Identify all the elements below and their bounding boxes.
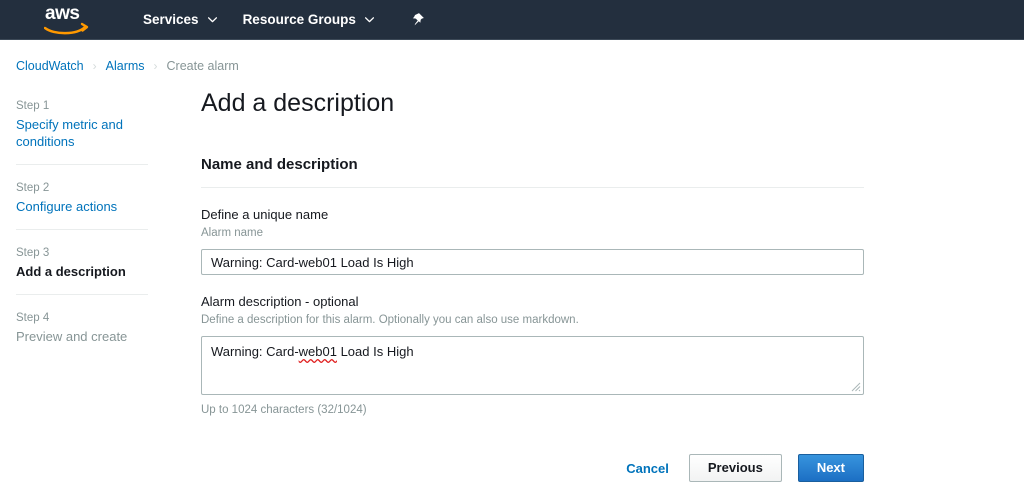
step-1-label[interactable]: Specify metric and conditions — [16, 116, 148, 150]
alarm-description-textarea-wrapper: Warning: Card-web01 Load Is High — [201, 336, 864, 395]
character-counter: Up to 1024 characters (32/1024) — [201, 404, 367, 416]
sidebar-step-4: Step 4 Preview and create — [16, 294, 148, 359]
step-3-number: Step 3 — [16, 247, 50, 259]
breadcrumb-separator-icon: › — [153, 59, 158, 73]
alarm-name-input[interactable] — [201, 249, 864, 275]
wizard-actions: Cancel Previous Next — [201, 454, 864, 482]
alarm-name-field-group: Define a unique name Alarm name — [201, 206, 1024, 275]
breadcrumb-item-cloudwatch[interactable]: CloudWatch — [16, 59, 84, 73]
breadcrumb-separator-icon: › — [92, 59, 97, 73]
sidebar-step-3: Step 3 Add a description — [16, 229, 148, 294]
wizard-steps-sidebar: Step 1 Specify metric and conditions Ste… — [0, 76, 148, 359]
step-1-number: Step 1 — [16, 100, 50, 112]
next-button[interactable]: Next — [797, 454, 864, 482]
nav-item-resource-groups-label: Resource Groups — [242, 12, 356, 27]
step-4-label: Preview and create — [16, 329, 128, 344]
main-content: Add a description Name and description D… — [148, 76, 1024, 482]
page-body: Step 1 Specify metric and conditions Ste… — [0, 76, 1024, 482]
breadcrumb: CloudWatch › Alarms › Create alarm — [0, 40, 1024, 76]
alarm-description-hint: Define a description for this alarm. Opt… — [201, 314, 579, 326]
step-2-number: Step 2 — [16, 182, 50, 194]
nav-item-services[interactable]: Services — [130, 0, 230, 40]
aws-logo[interactable]: aws — [42, 3, 94, 37]
section-title-name-and-description: Name and description — [201, 156, 358, 173]
breadcrumb-item-create-alarm: Create alarm — [166, 59, 239, 73]
sidebar-step-2[interactable]: Step 2 Configure actions — [16, 164, 148, 229]
aws-smile-icon — [44, 22, 89, 34]
alarm-name-sublabel: Alarm name — [201, 227, 263, 239]
pushpin-icon[interactable] — [401, 0, 435, 40]
sidebar-step-1[interactable]: Step 1 Specify metric and conditions — [16, 98, 148, 164]
section-divider — [201, 187, 864, 188]
alarm-description-label: Alarm description - optional — [201, 294, 359, 309]
step-2-label[interactable]: Configure actions — [16, 198, 148, 215]
step-3-label: Add a description — [16, 264, 126, 279]
nav-item-resource-groups[interactable]: Resource Groups — [230, 0, 387, 40]
page-title: Add a description — [201, 89, 395, 117]
alarm-description-textarea[interactable] — [201, 336, 864, 395]
chevron-down-icon — [364, 16, 374, 23]
alarm-description-field-group: Alarm description - optional Define a de… — [201, 293, 1024, 416]
aws-wordmark: aws — [45, 2, 80, 24]
chevron-down-icon — [207, 16, 217, 23]
cancel-button[interactable]: Cancel — [622, 455, 673, 482]
previous-button[interactable]: Previous — [688, 454, 782, 482]
alarm-name-label: Define a unique name — [201, 207, 329, 222]
top-navbar: aws Services Resource Groups — [0, 0, 1024, 40]
breadcrumb-item-alarms[interactable]: Alarms — [106, 59, 145, 73]
nav-item-services-label: Services — [143, 12, 199, 27]
step-4-number: Step 4 — [16, 312, 50, 324]
